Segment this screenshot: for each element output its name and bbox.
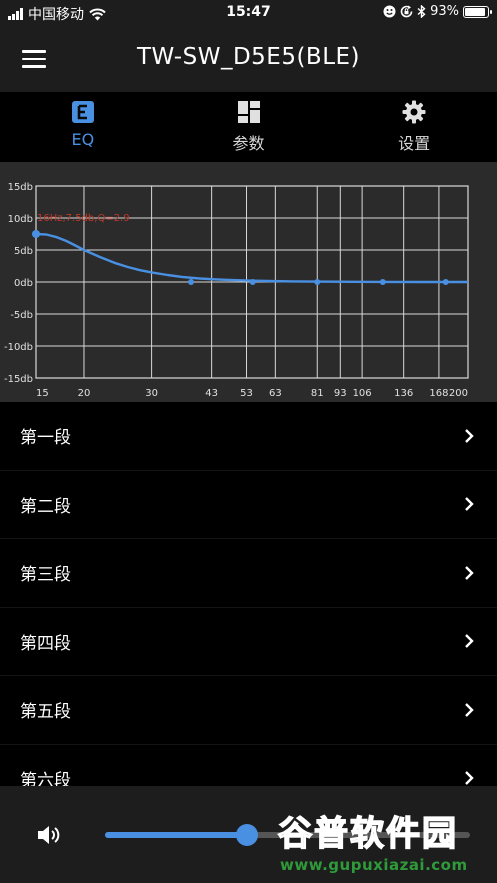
tab-eq-label: EQ [71,130,95,149]
band-label: 第一段 [20,428,71,449]
tab-params-label: 参数 [232,134,265,153]
band-item-6[interactable]: 第六段 [0,744,497,792]
tab-settings-label: 设置 [398,134,431,153]
y-tick-label: -10db [4,342,33,353]
status-bar: 中国移动 15:47 93% [0,0,497,26]
y-tick-label: 10db [8,214,33,225]
carrier-name: 中国移动 [28,7,84,23]
chevron-right-icon [465,634,474,649]
eq-icon [71,101,94,123]
band-list: 第一段 第二段 第三段 第四段 第五段 第六段 [0,402,497,792]
x-tick-label: 53 [240,388,253,399]
dashboard-icon [237,101,260,123]
band-item-2[interactable]: 第二段 [0,470,497,539]
band-label: 第四段 [20,633,71,654]
eq-annotation: 16Hz,7.5db,Q=2.9 [37,213,130,224]
x-tick-label: 30 [145,388,158,399]
x-tick-label: 200 [449,388,468,399]
eq-chart[interactable]: 15db 10db 5db 0db -5db -10db -15db 15 20 30 43 53 63… [0,162,497,402]
bluetooth-icon [417,5,426,18]
eq-band-point [32,230,40,238]
menu-button[interactable] [14,42,54,76]
watermark-text: 谷普软件园 [277,813,458,855]
chevron-right-icon [465,428,474,443]
eq-band-point [314,279,321,285]
volume-slider-fill [105,832,248,838]
chevron-right-icon [465,497,474,512]
y-tick-label: 15db [8,182,33,193]
eq-band-point [249,279,256,285]
tab-bar: EQ 参数 设置 [0,92,497,162]
tab-settings[interactable]: 设置 [331,92,497,162]
eq-band-point [442,279,449,285]
band-item-4[interactable]: 第四段 [0,607,497,676]
battery-icon [463,5,492,18]
band-item-1[interactable]: 第一段 [0,402,497,471]
battery-percent: 93% [430,4,459,19]
eq-band-point [188,279,195,285]
band-label: 第三段 [20,565,71,586]
face-icon [383,5,396,18]
chevron-right-icon [465,565,474,580]
band-label: 第二段 [20,496,71,517]
tab-params[interactable]: 参数 [166,92,332,162]
rotation-lock-icon [400,5,413,18]
app-bar: TW-SW_D5E5(BLE) [0,26,497,92]
gear-icon [402,100,426,124]
menu-icon-line [22,50,46,53]
x-tick-label: 136 [394,388,413,399]
speaker-icon[interactable] [36,823,62,847]
y-tick-label: -15db [4,374,33,385]
x-tick-label: 15 [36,388,49,399]
x-tick-label: 93 [334,388,347,399]
volume-slider-thumb[interactable] [236,824,259,846]
status-right: 93% [383,4,492,19]
x-tick-label: 168 [429,388,448,399]
menu-icon-line [22,57,46,61]
x-tick-label: 20 [78,388,91,399]
chevron-right-icon [465,702,474,717]
status-left: 中国移动 [8,4,106,24]
watermark: 谷普软件园 www.gupuxiazai.com [272,806,494,880]
band-item-5[interactable]: 第五段 [0,676,497,745]
device-title: TW-SW_D5E5(BLE) [136,44,361,70]
x-tick-label: 106 [353,388,372,399]
y-tick-label: -5db [10,310,33,321]
signal-icon [8,8,23,20]
watermark-url: www.gupuxiazai.com [280,856,468,874]
y-tick-label: 5db [14,246,33,257]
eq-band-point [379,279,386,285]
wifi-icon [89,8,106,20]
x-tick-label: 81 [311,388,324,399]
x-tick-label: 63 [269,388,282,399]
x-tick-label: 43 [205,388,218,399]
band-item-3[interactable]: 第三段 [0,539,497,608]
tab-eq[interactable]: EQ [0,92,166,162]
menu-icon-line [22,65,46,68]
eq-chart-svg[interactable]: 15db 10db 5db 0db -5db -10db -15db15 20 30 43 53 63… [0,162,497,402]
band-label: 第五段 [20,702,71,723]
y-tick-label: 0db [14,278,33,289]
chevron-right-icon [465,771,474,786]
